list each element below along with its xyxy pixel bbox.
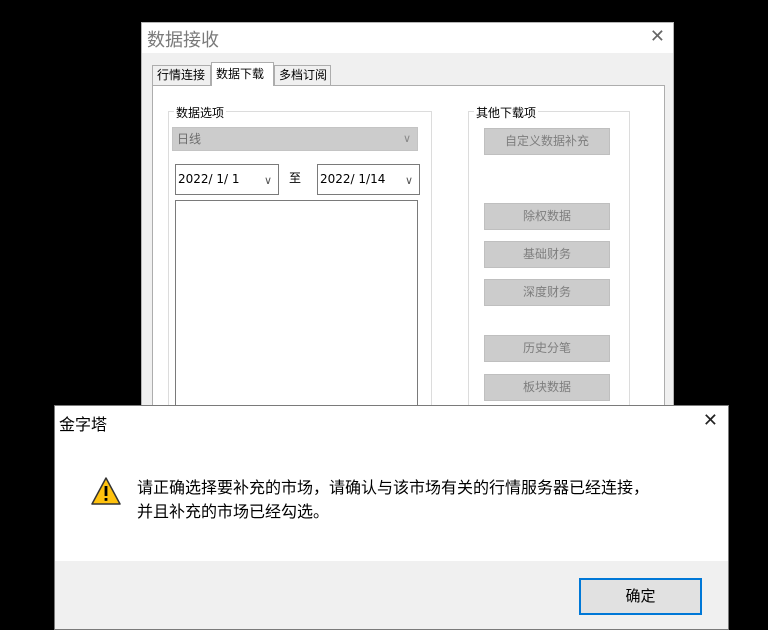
tab-multi-level-subscription[interactable]: 多档订阅 [274,65,331,85]
chevron-down-icon: ∨ [263,174,272,187]
tab-market-connection[interactable]: 行情连接 [152,65,211,85]
historical-ticks-button[interactable]: 历史分笔 [484,335,610,362]
dialog-message: 请正确选择要补充的市场，请确认与该市场有关的行情服务器已经连接， 并且补充的市场… [137,476,649,524]
warning-icon [91,477,121,505]
ok-button[interactable]: 确定 [579,578,702,615]
data-options-label: 数据选项 [174,104,227,121]
deep-financials-button[interactable]: 深度财务 [484,279,610,306]
period-select[interactable]: 日线 ∨ [172,127,418,151]
end-date-value: 2022/ 1/14 [320,172,386,186]
start-date-picker[interactable]: 2022/ 1/ 1 ∨ [175,164,279,195]
period-select-value: 日线 [177,132,202,146]
ex-rights-data-button[interactable]: 除权数据 [484,203,610,230]
custom-data-supplement-button[interactable]: 自定义数据补充 [484,128,610,155]
basic-financials-button[interactable]: 基础财务 [484,241,610,268]
chevron-down-icon: ∨ [402,132,411,145]
start-date-value: 2022/ 1/ 1 [178,172,240,186]
date-range-to-label: 至 [289,171,302,185]
tab-data-download[interactable]: 数据下载 [211,62,274,86]
end-date-picker[interactable]: 2022/ 1/14 ∨ [317,164,420,195]
dialog-message-line-1: 请正确选择要补充的市场，请确认与该市场有关的行情服务器已经连接， [137,478,650,497]
sector-data-button[interactable]: 板块数据 [484,374,610,401]
message-dialog: 金字塔 ✕ 请正确选择要补充的市场，请确认与该市场有关的行情服务器已经连接， 并… [54,405,729,630]
window-titlebar: 数据接收 ✕ [142,23,673,53]
close-icon[interactable]: ✕ [703,410,718,431]
chevron-down-icon: ∨ [404,174,413,187]
other-downloads-label: 其他下载项 [474,104,539,121]
dialog-message-line-2: 并且补充的市场已经勾选。 [137,502,330,521]
close-icon[interactable]: ✕ [650,26,665,47]
market-list[interactable] [175,200,418,430]
window-title: 数据接收 [147,30,219,51]
data-receive-window: 数据接收 ✕ 行情连接 数据下载 多档订阅 数据选项 其他下载项 日线 ∨ 20… [141,22,674,430]
dialog-title: 金字塔 [59,415,108,434]
